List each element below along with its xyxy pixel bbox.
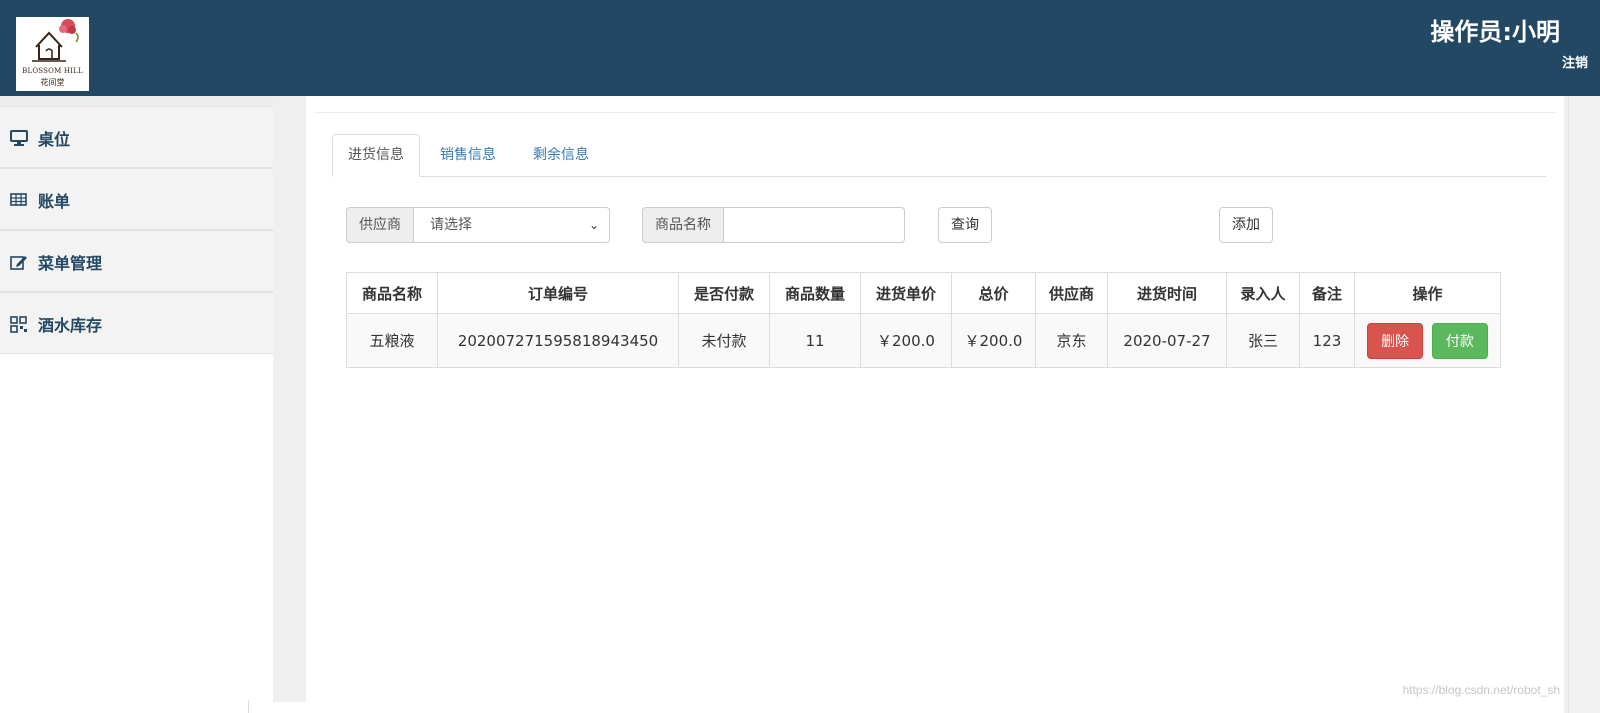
tab-remaining-info[interactable]: 剩余信息 xyxy=(518,134,604,176)
scrollbar[interactable] xyxy=(1564,96,1600,713)
sidebar-item-drinks-stock[interactable]: 酒水库存 xyxy=(0,292,273,354)
column-header: 是否付款 xyxy=(678,272,770,314)
table-actions-cell: 删除 付款 xyxy=(1354,313,1501,368)
table-row: 五粮液 20200727159581894345​0 未付款 11 ￥200.0… xyxy=(346,313,1501,368)
column-header: 进货时间 xyxy=(1107,272,1227,314)
column-header: 操作 xyxy=(1354,272,1501,314)
supplier-select[interactable]: 请选择 ⌄ xyxy=(413,207,610,243)
operator-name: 操作员:小明 xyxy=(1430,18,1560,46)
top-header: BLOSSOM HILL 花间堂 操作员:小明 注销 xyxy=(0,0,1600,96)
table-cell: 五粮液 xyxy=(346,313,438,368)
table-cell: 123 xyxy=(1299,313,1355,368)
product-name-label: 商品名称 xyxy=(642,207,723,243)
supplier-filter: 供应商 请选择 ⌄ xyxy=(346,207,610,243)
sidebar-item-label: 账单 xyxy=(38,192,71,211)
sidebar-item-tables[interactable]: 桌位 xyxy=(0,106,273,168)
column-header: 总价 xyxy=(951,272,1036,314)
supplier-label: 供应商 xyxy=(346,207,413,243)
table-cell: 11 xyxy=(769,313,861,368)
column-header: 供应商 xyxy=(1035,272,1108,314)
table-header-row: 商品名称 订单编号 是否付款 商品数量 进货单价 总价 供应商 进货时间 录入人… xyxy=(346,272,1501,314)
query-button[interactable]: 查询 xyxy=(938,207,992,243)
sidebar-item-bills[interactable]: 账单 xyxy=(0,168,273,230)
logo-text-en: BLOSSOM HILL xyxy=(22,67,83,75)
column-header: 进货单价 xyxy=(860,272,952,314)
product-name-filter: 商品名称 xyxy=(642,207,905,243)
delete-button[interactable]: 删除 xyxy=(1367,322,1424,359)
table-cell: 20200727159581894345​0 xyxy=(437,313,679,368)
purchase-table: 商品名称 订单编号 是否付款 商品数量 进货单价 总价 供应商 进货时间 录入人… xyxy=(346,272,1501,368)
logout-link[interactable]: 注销 xyxy=(1562,52,1588,71)
table-cell: 张三 xyxy=(1226,313,1300,368)
sidebar-item-menu-manage[interactable]: 菜单管理 xyxy=(0,230,273,292)
tab-sales-info[interactable]: 销售信息 xyxy=(425,134,511,176)
sidebar-item-label: 酒水库存 xyxy=(38,316,103,335)
chevron-down-icon: ⌄ xyxy=(588,218,599,232)
table-cell: 2020-07-27 xyxy=(1107,313,1227,368)
table-cell: 京东 xyxy=(1035,313,1108,368)
sidebar-item-label: 桌位 xyxy=(38,130,71,149)
table-cell: 未付款 xyxy=(678,313,770,368)
table-icon xyxy=(10,193,27,206)
product-name-input[interactable] xyxy=(723,207,905,243)
main-content: 进货信息 销售信息 剩余信息 供应商 请选择 ⌄ 商品名称 查询 添加 商品名称… xyxy=(306,96,1564,702)
column-header: 录入人 xyxy=(1226,272,1300,314)
tab-purchase-info[interactable]: 进货信息 xyxy=(332,134,420,177)
column-header: 商品名称 xyxy=(346,272,438,314)
table-cell: ￥200.0 xyxy=(951,313,1036,368)
column-header: 备注 xyxy=(1299,272,1355,314)
tab-bar: 进货信息 销售信息 剩余信息 xyxy=(332,134,1546,177)
supplier-select-value: 请选择 xyxy=(430,217,472,233)
logo-text-cn: 花间堂 xyxy=(40,78,65,87)
add-button[interactable]: 添加 xyxy=(1219,207,1273,243)
sidebar-item-label: 菜单管理 xyxy=(38,254,103,273)
pay-button[interactable]: 付款 xyxy=(1431,322,1488,359)
edit-icon xyxy=(10,256,27,270)
table-cell: ￥200.0 xyxy=(860,313,952,368)
column-header: 商品数量 xyxy=(769,272,861,314)
logo: BLOSSOM HILL 花间堂 xyxy=(16,17,89,91)
house-flower-icon xyxy=(32,19,79,62)
qrcode-icon xyxy=(10,316,27,333)
column-header: 订单编号 xyxy=(437,272,679,314)
desktop-icon xyxy=(10,130,28,146)
watermark: https://blog.csdn.net/robot_sh xyxy=(1402,683,1560,697)
